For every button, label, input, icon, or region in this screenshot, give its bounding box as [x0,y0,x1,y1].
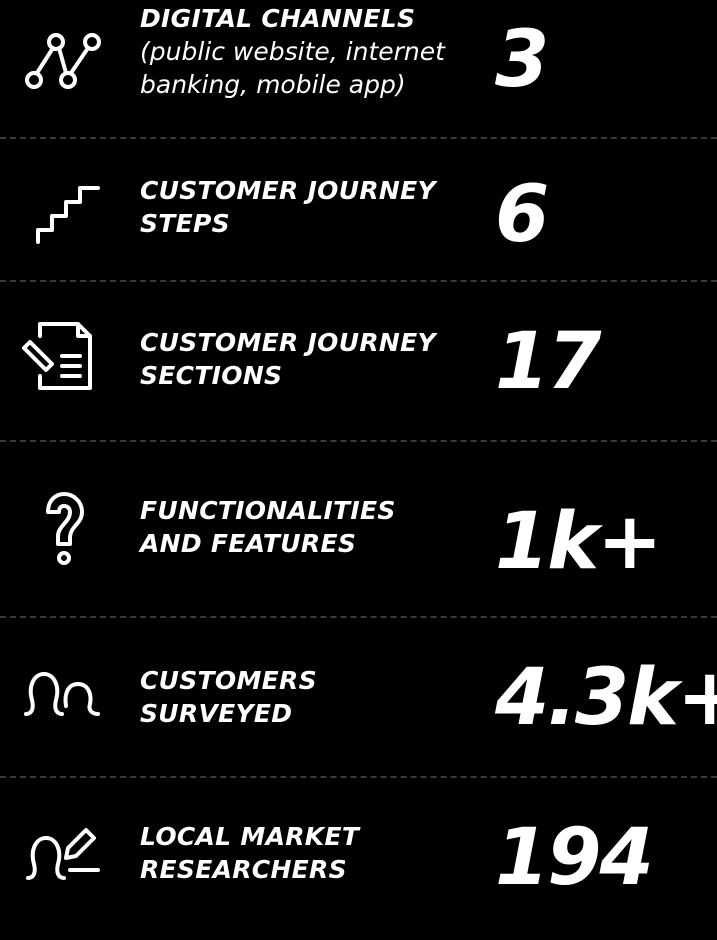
stat-label: CUSTOMERS SURVEYED [140,664,460,730]
stat-label: FUNCTIONALITIES AND FEATURES [140,494,460,560]
stairs-icon [28,172,108,252]
stat-value: 4.3k+ [495,653,717,743]
stat-subtitle: (public website, internet banking, mobil… [140,37,445,99]
stat-title: CUSTOMER JOURNEY SECTIONS [140,328,436,390]
divider [0,280,717,282]
stat-row-journey-steps: CUSTOMER JOURNEY STEPS 6 [0,140,717,280]
stat-value: 6 [495,170,549,260]
stat-label: DIGITAL CHANNELS (public website, intern… [140,2,460,101]
stat-value: 17 [495,317,602,407]
stat-row-customers-surveyed: CUSTOMERS SURVEYED 4.3k+ [0,640,717,780]
stat-title: CUSTOMERS SURVEYED [140,666,317,728]
divider [0,616,717,618]
stat-title: DIGITAL CHANNELS [140,4,416,33]
divider [0,440,717,442]
stat-row-digital-channels: DIGITAL CHANNELS (public website, intern… [0,0,717,140]
stat-title: FUNCTIONALITIES AND FEATURES [140,496,396,558]
stat-value: 1k+ [495,497,663,587]
stat-label: CUSTOMER JOURNEY SECTIONS [140,326,460,392]
stats-list: DIGITAL CHANNELS (public website, intern… [0,0,717,898]
stat-row-researchers: LOCAL MARKET RESEARCHERS 194 [0,800,717,940]
document-edit-icon [22,316,102,396]
stat-row-journey-sections: CUSTOMER JOURNEY SECTIONS 17 [0,284,717,424]
stat-value: 194 [495,813,654,903]
divider [0,776,717,778]
stat-title: CUSTOMER JOURNEY STEPS [140,176,436,238]
user-edit-icon [22,810,102,890]
stat-label: CUSTOMER JOURNEY STEPS [140,174,460,240]
network-nodes-icon [22,22,102,102]
users-icon [20,656,100,736]
stat-row-functionalities: FUNCTIONALITIES AND FEATURES 1k+ [0,460,717,600]
divider [0,137,717,139]
stat-title: LOCAL MARKET RESEARCHERS [140,822,360,884]
stat-label: LOCAL MARKET RESEARCHERS [140,820,460,886]
stat-value: 3 [495,15,549,105]
question-mark-icon [24,488,104,568]
